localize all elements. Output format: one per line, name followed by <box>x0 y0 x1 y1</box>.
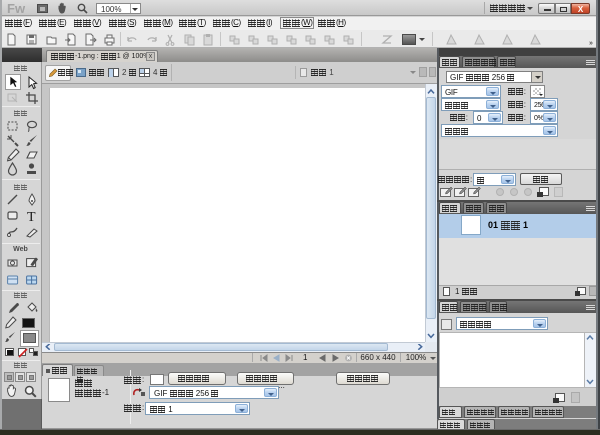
svg-text:T: T <box>27 210 36 223</box>
